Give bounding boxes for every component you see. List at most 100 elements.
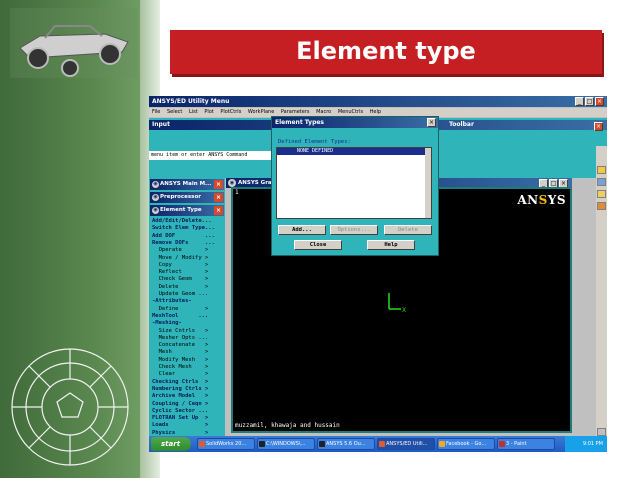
task-ansys-utility[interactable]: ANSYS/ED Utili...: [377, 438, 435, 450]
ansys-icon: ◉: [228, 179, 236, 187]
input-title: Input: [152, 121, 170, 128]
menu-item[interactable]: Numbering Ctrls >: [152, 386, 208, 393]
help-button[interactable]: Help: [367, 240, 415, 250]
task-windows[interactable]: C:\WINDOWS\...: [257, 438, 315, 450]
toolbar-title: Toolbar: [449, 121, 474, 128]
menu-item[interactable]: Size Cntrls >: [152, 328, 209, 335]
maximize-icon[interactable]: □: [585, 97, 594, 106]
menu-item[interactable]: Loads >: [152, 422, 208, 429]
ansys-icon: ◉: [152, 194, 159, 201]
start-label: start: [161, 440, 181, 448]
menu-item[interactable]: Mesher Opts ...: [152, 335, 209, 342]
start-button[interactable]: start: [151, 437, 191, 451]
menu-item[interactable]: Check Geom >: [152, 276, 209, 283]
menu-item[interactable]: Mesh >: [152, 349, 209, 356]
menu-item[interactable]: MeshTool ...: [152, 313, 208, 320]
zoom-icon[interactable]: [597, 166, 606, 174]
menu-item[interactable]: Reflect >: [152, 269, 209, 276]
menu-item[interactable]: -Attributes-: [152, 298, 192, 305]
menu-select[interactable]: Select: [167, 109, 182, 115]
axis-triad-icon: X: [388, 293, 406, 314]
app-icon: [439, 441, 445, 447]
menu-item[interactable]: Clear >: [152, 371, 209, 378]
element-type-list[interactable]: NONE DEFINED: [276, 147, 432, 219]
preprocessor-titlebar: ◉ Preprocessor ×: [150, 192, 224, 203]
menu-item[interactable]: Remove DOFs ...: [152, 240, 215, 247]
delete-button[interactable]: Delete: [384, 225, 432, 235]
preprocessor-title: Preprocessor: [160, 194, 201, 200]
element-type-close-icon[interactable]: ×: [214, 206, 223, 215]
task-solidworks[interactable]: SolidWorks 20...: [197, 438, 255, 450]
task-facebook[interactable]: Facebook - Go...: [437, 438, 495, 450]
utility-window-title: ANSYS/ED Utility Menu: [152, 98, 230, 105]
app-icon: [319, 441, 325, 447]
fit-icon[interactable]: [597, 202, 606, 210]
list-item[interactable]: NONE DEFINED: [277, 148, 425, 155]
menu-item[interactable]: Check Mesh >: [152, 364, 209, 371]
add-button[interactable]: Add...: [278, 225, 326, 235]
menu-list[interactable]: List: [189, 109, 198, 115]
app-icon: [379, 441, 385, 447]
menu-parameters[interactable]: Parameters: [281, 109, 310, 115]
menu-item[interactable]: Concatenate >: [152, 342, 209, 349]
app-icon: [259, 441, 265, 447]
right-toolbar: [596, 146, 607, 436]
main-menu-title: ANSYS Main M...: [160, 181, 212, 187]
ansys-icon: ◉: [152, 181, 159, 188]
menu-item[interactable]: Update Geom ...: [152, 291, 209, 298]
pan-icon[interactable]: [597, 178, 606, 186]
window-number: 1: [235, 189, 239, 196]
menu-item[interactable]: Checking Ctrls >: [152, 379, 208, 386]
ansys-logo: ANSYS: [517, 193, 566, 207]
element-type-title: Element Type: [160, 207, 202, 213]
graphics-footer: muzzamil, khawaja and hussain: [235, 422, 340, 429]
clock: 9:01 PM: [582, 441, 603, 447]
menu-item[interactable]: Archive Model >: [152, 393, 208, 400]
dialog-titlebar: Element Types: [272, 117, 438, 128]
menu-item[interactable]: Modify Mesh >: [152, 357, 209, 364]
menu-workplane[interactable]: WorkPlane: [248, 109, 274, 115]
close-button[interactable]: Close: [294, 240, 342, 250]
menu-macro[interactable]: Macro: [316, 109, 331, 115]
menu-item[interactable]: Switch Elem Type...: [152, 225, 215, 232]
main-menu-close-icon[interactable]: ×: [214, 180, 223, 189]
options-button[interactable]: Options...: [330, 225, 378, 235]
menu-file[interactable]: File: [152, 109, 160, 115]
defined-types-label: Defined Element Types:: [278, 139, 351, 145]
list-scrollbar[interactable]: [425, 148, 431, 218]
dialog-close-icon[interactable]: ×: [427, 118, 436, 127]
menu-menuctrls[interactable]: MenuCtrls: [338, 109, 363, 115]
menu-help[interactable]: Help: [370, 109, 381, 115]
close-icon[interactable]: ×: [595, 97, 604, 106]
menu-item[interactable]: Cyclic Sector ...: [152, 408, 208, 415]
menu-item[interactable]: Delete >: [152, 284, 209, 291]
app-icon: [199, 441, 205, 447]
menu-item[interactable]: -Meshing-: [152, 320, 182, 327]
view-icon[interactable]: [597, 428, 606, 436]
command-input[interactable]: menu item or enter ANSYS Command: [149, 151, 274, 160]
menu-item[interactable]: Move / Modify >: [152, 255, 209, 262]
menu-item[interactable]: FLOTRAN Set Up >: [152, 415, 208, 422]
menu-item[interactable]: Define >: [152, 306, 209, 313]
menu-plotctrls[interactable]: PlotCtrls: [220, 109, 241, 115]
main-menu-titlebar: ◉ ANSYS Main M... ×: [150, 179, 224, 190]
car-chassis-icon: [10, 8, 138, 78]
minimize-icon[interactable]: _: [575, 97, 584, 106]
fullerene-icon: [11, 348, 129, 466]
system-tray: 9:01 PM: [565, 436, 607, 452]
menu-item[interactable]: Add/Edit/Delete...: [152, 218, 212, 225]
menu-item[interactable]: Operate >: [152, 247, 209, 254]
menu-item[interactable]: Coupling / Ceqn >: [152, 401, 208, 408]
utility-window-titlebar: ANSYS/ED Utility Menu: [149, 96, 607, 107]
task-paint[interactable]: 3 - Paint: [497, 438, 555, 450]
dialog-title: Element Types: [275, 119, 325, 126]
preprocessor-close-icon[interactable]: ×: [214, 193, 223, 202]
task-ansys-output[interactable]: ANSYS 5.6 Ou...: [317, 438, 375, 450]
app-icon: [499, 441, 505, 447]
menu-item[interactable]: Add DOF ...: [152, 233, 215, 240]
menu-plot[interactable]: Plot: [204, 109, 213, 115]
rotate-icon[interactable]: [597, 190, 606, 198]
menu-item[interactable]: Copy >: [152, 262, 209, 269]
input-close-icon[interactable]: ×: [594, 122, 603, 131]
ansys-screenshot: ANSYS/ED Utility Menu _ □ × File Select …: [149, 96, 607, 452]
